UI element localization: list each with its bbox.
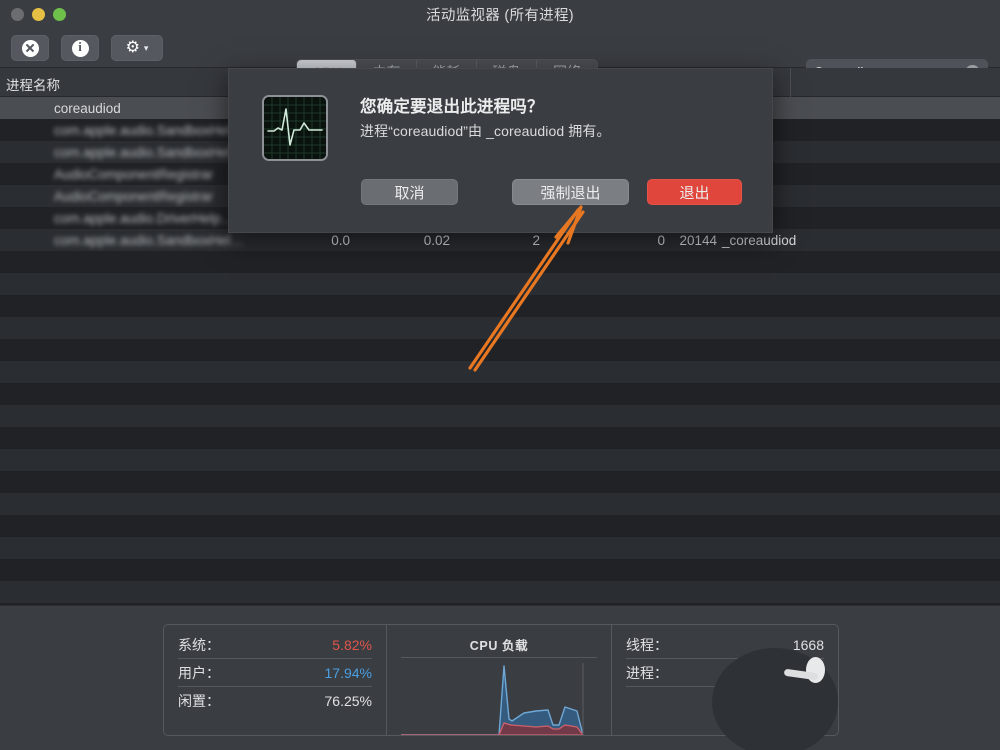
stat-label: 闲置： (178, 691, 220, 711)
table-row[interactable] (0, 515, 1000, 537)
table-row[interactable] (0, 427, 1000, 449)
toolbar: ⚙ ▾ CPU 内存 能耗 磁盘 网络 ▾ audio (0, 28, 1000, 68)
process-name: AudioComponentRegistrar (54, 189, 213, 204)
force-quit-button[interactable]: 强制退出 (512, 179, 629, 205)
quit-button[interactable]: 退出 (647, 179, 742, 205)
process-name: com.apple.audio.SandboxHel… (54, 145, 244, 160)
cpu-load-graph-pane: CPU 负载 (387, 625, 612, 735)
process-name: com.apple.audio.SandboxHel… (54, 233, 244, 248)
dialog-message: 进程“coreaudiod”由 _coreaudiod 拥有。 (360, 121, 611, 141)
cell-cpu: 0.0 (300, 233, 350, 248)
stat-row-system: 系统： 5.82% (178, 631, 372, 659)
cell-threads: 2 (500, 233, 540, 248)
stat-value: 1668 (793, 637, 824, 653)
table-row[interactable] (0, 361, 1000, 383)
quit-process-button[interactable] (11, 35, 49, 61)
process-name: AudioComponentRegistrar (54, 167, 213, 182)
stat-label: 系统： (178, 635, 220, 655)
stat-label: 线程： (626, 635, 668, 655)
activity-monitor-window: 活动监视器 (所有进程) ⚙ ▾ CPU 内存 能耗 磁盘 网络 ▾ audio (0, 0, 1000, 750)
inspect-process-button[interactable] (61, 35, 99, 61)
table-row[interactable] (0, 339, 1000, 361)
dialog-button-row: 取消 强制退出 退出 (229, 179, 774, 209)
table-row[interactable] (0, 493, 1000, 515)
table-row[interactable] (0, 537, 1000, 559)
table-row[interactable] (0, 471, 1000, 493)
graph-rule (401, 657, 597, 658)
table-row[interactable] (0, 559, 1000, 581)
chevron-down-icon: ▾ (144, 43, 149, 54)
gear-icon: ⚙ (126, 40, 140, 56)
column-divider[interactable] (790, 68, 791, 97)
title-bar: 活动监视器 (所有进程) (0, 0, 1000, 28)
settings-button[interactable]: ⚙ ▾ (111, 35, 163, 61)
table-row[interactable] (0, 449, 1000, 471)
table-row[interactable] (0, 273, 1000, 295)
cpu-usage-pane: 系统： 5.82% 用户： 17.94% 闲置： 76.25% (164, 625, 387, 735)
table-row[interactable] (0, 295, 1000, 317)
cpu-load-chart (401, 663, 598, 735)
graph-title: CPU 负载 (387, 635, 611, 654)
table-row[interactable] (0, 383, 1000, 405)
cancel-button[interactable]: 取消 (361, 179, 458, 205)
cell-cpu-time: 0.02 (395, 233, 450, 248)
cell-user: _coreaudiod (722, 233, 842, 248)
stat-value: 76.25% (325, 693, 372, 709)
process-name: coreaudiod (54, 101, 121, 116)
process-name: com.apple.audio.DriverHelp… (54, 211, 234, 226)
table-row[interactable] (0, 581, 1000, 603)
cell-pid: 20144 (652, 233, 717, 248)
stat-value: 17.94% (325, 665, 372, 681)
quit-process-dialog: 您确定要退出此进程吗？ 进程“coreaudiod”由 _coreaudiod … (228, 68, 773, 233)
info-circle-icon (72, 40, 89, 57)
stat-label: 用户： (178, 663, 220, 683)
stat-label: 进程： (626, 663, 668, 683)
dialog-title: 您确定要退出此进程吗？ (360, 93, 544, 117)
process-name: com.apple.audio.SandboxHel… (54, 123, 244, 138)
close-circle-icon (22, 40, 39, 57)
table-row[interactable] (0, 317, 1000, 339)
activity-monitor-icon (262, 95, 328, 161)
column-header-process-name[interactable]: 进程名称 (6, 74, 60, 94)
bottom-stats-panel: 系统： 5.82% 用户： 17.94% 闲置： 76.25% CPU 负载 (0, 605, 1000, 750)
table-row[interactable] (0, 405, 1000, 427)
table-row[interactable] (0, 251, 1000, 273)
stat-value: 5.82% (332, 637, 372, 653)
stat-row-idle: 闲置： 76.25% (178, 687, 372, 715)
stat-row-user: 用户： 17.94% (178, 659, 372, 687)
window-title: 活动监视器 (所有进程) (0, 4, 1000, 25)
